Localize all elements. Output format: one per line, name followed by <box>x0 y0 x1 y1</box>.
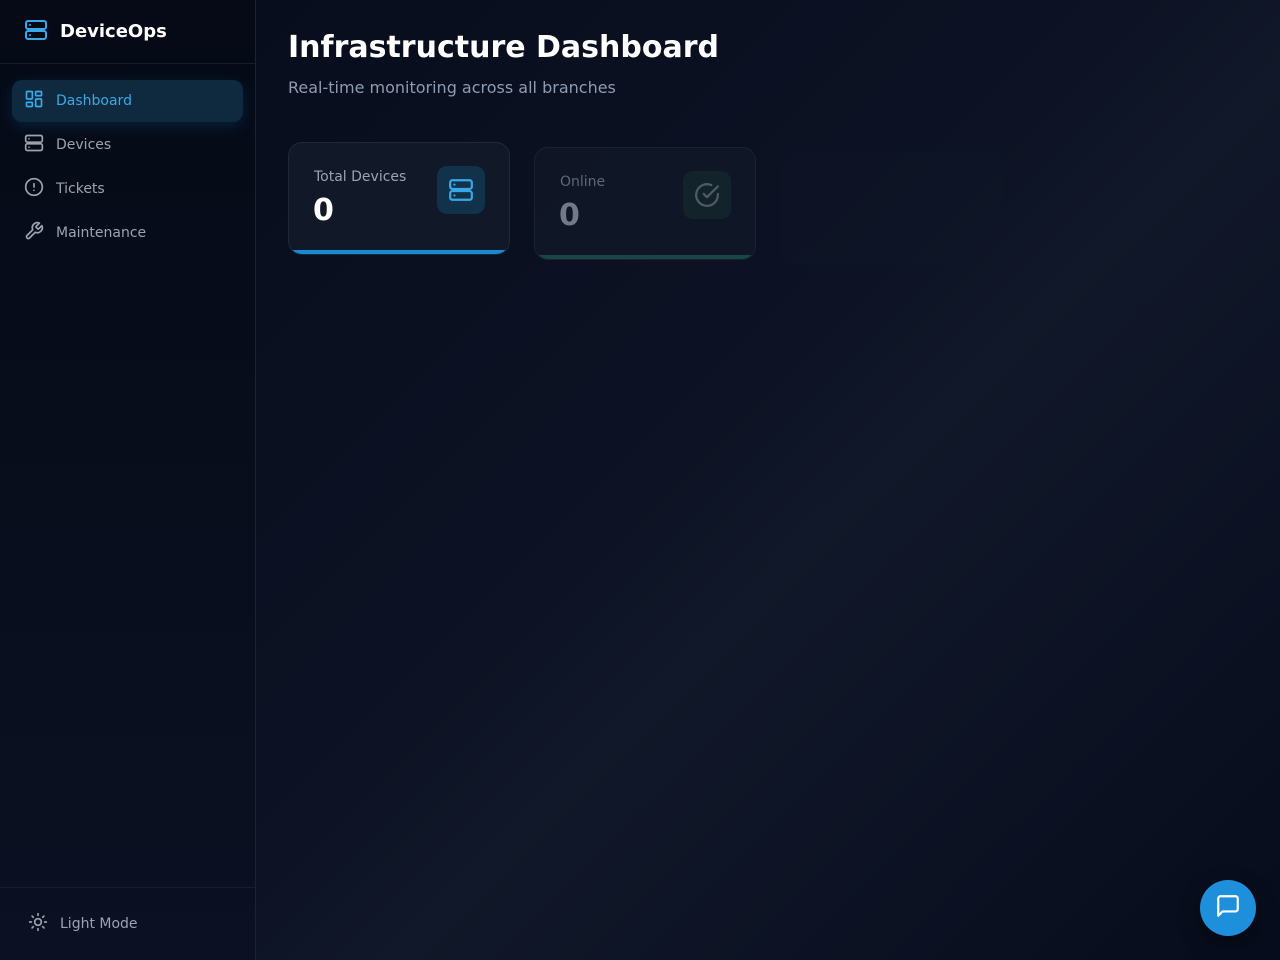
stat-accent-bar <box>535 255 755 259</box>
sidebar-item-maintenance[interactable]: Maintenance <box>12 212 243 254</box>
stat-label: Total Devices <box>314 169 407 185</box>
sidebar-item-label: Dashboard <box>56 93 132 109</box>
stat-card-total-devices[interactable]: Total Devices 0 <box>288 142 510 255</box>
theme-toggle-button[interactable]: Light Mode <box>0 887 255 960</box>
main-content: Infrastructure Dashboard Real-time monit… <box>256 0 1280 960</box>
check-circle-icon <box>683 171 731 219</box>
server-icon <box>24 18 48 46</box>
app-name: DeviceOps <box>60 21 167 42</box>
page-subtitle: Real-time monitoring across all branches <box>288 78 616 97</box>
sidebar-item-label: Tickets <box>56 181 105 197</box>
server-icon <box>24 133 44 157</box>
alert-circle-icon <box>24 177 44 201</box>
sun-icon <box>28 912 48 936</box>
sidebar-item-devices[interactable]: Devices <box>12 124 243 166</box>
stat-card-placeholder <box>781 152 1003 265</box>
sidebar-nav: Dashboard Devices Tickets Maintenance <box>0 64 255 272</box>
sidebar-item-tickets[interactable]: Tickets <box>12 168 243 210</box>
chat-button[interactable] <box>1200 880 1256 936</box>
page-title: Infrastructure Dashboard <box>288 30 719 65</box>
sidebar-item-label: Devices <box>56 137 112 153</box>
stat-card-online[interactable]: Online 0 <box>534 147 756 260</box>
brand[interactable]: DeviceOps <box>0 0 255 64</box>
sidebar-item-dashboard[interactable]: Dashboard <box>12 80 243 122</box>
sidebar: DeviceOps Dashboard Devices Tickets Main… <box>0 0 256 960</box>
stat-value: 0 <box>559 198 580 233</box>
server-icon <box>437 166 485 214</box>
chat-icon <box>1215 893 1241 923</box>
stat-label: Online <box>560 174 606 190</box>
stat-accent-bar <box>289 250 509 254</box>
wrench-icon <box>24 221 44 245</box>
sidebar-item-label: Maintenance <box>56 225 147 241</box>
stat-value: 0 <box>313 193 334 228</box>
theme-toggle-label: Light Mode <box>60 916 138 932</box>
grid-icon <box>24 89 44 113</box>
